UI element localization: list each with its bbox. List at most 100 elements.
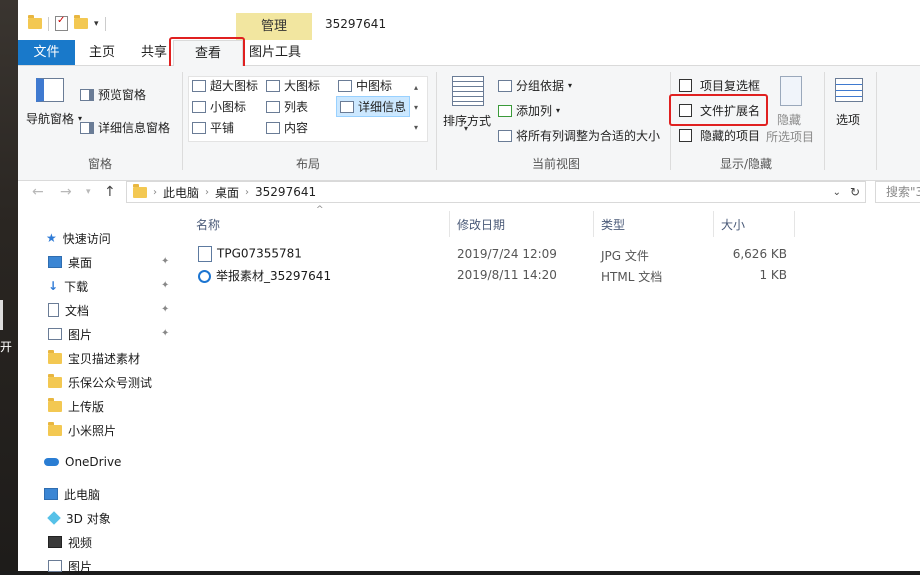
group-by-icon bbox=[498, 79, 512, 92]
cube-icon bbox=[47, 511, 61, 525]
sidebar-item-folder[interactable]: 上传版 bbox=[48, 397, 104, 415]
group-by-button[interactable]: 分组依据 ▾ bbox=[498, 77, 572, 94]
file-size: 6,626 KB bbox=[732, 247, 787, 261]
layout-item-label: 大图标 bbox=[284, 79, 321, 93]
folder-icon bbox=[133, 183, 147, 198]
folder-icon bbox=[48, 397, 62, 412]
search-input[interactable]: 搜索"3 bbox=[875, 181, 920, 203]
tab-picture-tools[interactable]: 图片工具 bbox=[242, 40, 308, 65]
sidebar-item-quick-access[interactable]: ★ 快速访问 bbox=[46, 229, 111, 247]
column-header-type[interactable]: 类型 bbox=[601, 216, 625, 233]
new-folder-icon[interactable] bbox=[74, 15, 88, 29]
recent-locations-icon[interactable]: ▾ bbox=[86, 187, 91, 197]
forward-arrow-icon[interactable]: → bbox=[60, 184, 72, 200]
download-arrow-icon: ↓ bbox=[48, 279, 59, 293]
navigation-pane-button[interactable]: 导航窗格 ▾ bbox=[26, 110, 82, 127]
hidden-items-checkbox[interactable] bbox=[679, 129, 692, 142]
folder-icon bbox=[48, 373, 62, 388]
navigation-pane: ★ 快速访问 桌面 ✦ ↓ 下载 ✦ 文档 ✦ 图片 ✦ 宝贝描述素材 乐保公众号测… bbox=[18, 215, 178, 574]
toolbar-divider-2 bbox=[104, 16, 106, 31]
layout-small-icons[interactable]: 小图标 bbox=[192, 98, 246, 115]
folder-icon bbox=[28, 15, 42, 29]
details-pane-icon bbox=[80, 121, 94, 134]
highlight-file-extensions bbox=[669, 94, 768, 126]
properties-icon[interactable] bbox=[55, 15, 68, 31]
breadcrumb-desktop[interactable]: 桌面 bbox=[215, 184, 239, 201]
preview-pane-label: 预览窗格 bbox=[98, 88, 147, 102]
group-divider bbox=[436, 72, 437, 170]
column-header-name[interactable]: 名称 bbox=[196, 216, 220, 233]
refresh-icon[interactable]: ↻ bbox=[850, 185, 860, 199]
layout-medium-icons[interactable]: 中图标 bbox=[338, 77, 392, 94]
layout-content[interactable]: 内容 bbox=[266, 119, 308, 136]
pin-icon[interactable]: ✦ bbox=[161, 256, 169, 267]
up-arrow-icon[interactable]: ↑ bbox=[104, 184, 116, 200]
pin-icon[interactable]: ✦ bbox=[161, 280, 169, 291]
navigation-pane-label: 导航窗格 bbox=[26, 112, 75, 126]
sidebar-item-downloads[interactable]: ↓ 下载 bbox=[48, 277, 88, 295]
details-pane-button[interactable]: 详细信息窗格 bbox=[80, 119, 170, 136]
sidebar-item-videos[interactable]: 视频 bbox=[48, 533, 92, 551]
layout-item-label: 列表 bbox=[284, 100, 309, 114]
layout-details[interactable]: 详细信息 bbox=[336, 96, 411, 117]
sidebar-item-label: 图片 bbox=[68, 559, 93, 574]
back-arrow-icon[interactable]: ← bbox=[32, 184, 44, 200]
layout-list[interactable]: 列表 bbox=[266, 98, 308, 115]
column-divider[interactable] bbox=[794, 211, 795, 237]
sidebar-item-pc-pictures[interactable]: 图片 bbox=[48, 557, 92, 575]
column-divider[interactable] bbox=[593, 211, 594, 237]
chevron-right-icon: › bbox=[245, 186, 250, 198]
layout-extra-large-icons[interactable]: 超大图标 bbox=[192, 77, 258, 94]
size-all-columns-button[interactable]: 将所有列调整为合适的大小 bbox=[498, 127, 660, 144]
address-field[interactable]: › 此电脑 › 桌面 › 35297641 ⌄ bbox=[126, 181, 866, 203]
sidebar-item-label: 此电脑 bbox=[64, 487, 101, 502]
customize-toolbar-icon[interactable]: ▾ bbox=[94, 19, 99, 29]
pictures-icon bbox=[48, 328, 62, 340]
sidebar-item-onedrive[interactable]: OneDrive bbox=[44, 453, 121, 471]
preview-pane-button[interactable]: 预览窗格 bbox=[80, 86, 146, 103]
navigation-pane-icon bbox=[36, 78, 64, 102]
item-checkboxes-checkbox[interactable] bbox=[679, 79, 692, 92]
folder-icon bbox=[48, 349, 62, 364]
sidebar-item-folder[interactable]: 乐保公众号测试 bbox=[48, 373, 152, 391]
sidebar-item-folder[interactable]: 小米照片 bbox=[48, 421, 116, 439]
hidden-items-option[interactable]: 隐藏的项目 bbox=[679, 127, 760, 144]
content-icon bbox=[266, 121, 280, 134]
title-bar: ▾ 管理 35297641 bbox=[18, 0, 920, 40]
pin-icon[interactable]: ✦ bbox=[161, 328, 169, 339]
pictures-icon bbox=[48, 560, 62, 572]
column-header-date[interactable]: 修改日期 bbox=[457, 216, 505, 233]
sidebar-item-label: 上传版 bbox=[68, 399, 105, 414]
chevron-down-icon[interactable]: ⌄ bbox=[833, 187, 841, 198]
tab-home[interactable]: 主页 bbox=[80, 40, 124, 65]
sidebar-item-desktop[interactable]: 桌面 bbox=[48, 253, 92, 271]
column-divider[interactable] bbox=[449, 211, 450, 237]
document-icon bbox=[48, 303, 59, 317]
layout-scroll-arrows-icon[interactable]: ▴ ▾ ▾ bbox=[414, 78, 418, 138]
item-checkboxes-option[interactable]: 项目复选框 bbox=[679, 77, 760, 94]
file-explorer-window: ▾ 管理 35297641 文件 主页 共享 查看 图片工具 导航窗格▾ 预览窗… bbox=[18, 0, 920, 574]
sidebar-item-label: 快速访问 bbox=[62, 231, 111, 246]
manage-context-tab[interactable]: 管理 bbox=[236, 13, 312, 40]
breadcrumb-this-pc[interactable]: 此电脑 bbox=[163, 184, 199, 201]
layout-item-label: 内容 bbox=[284, 121, 309, 135]
breadcrumb-folder[interactable]: 35297641 bbox=[255, 185, 316, 199]
sidebar-item-folder[interactable]: 宝贝描述素材 bbox=[48, 349, 140, 367]
pin-icon[interactable]: ✦ bbox=[161, 304, 169, 315]
sidebar-item-3d-objects[interactable]: 3D 对象 bbox=[47, 509, 111, 527]
panes-group-label: 窗格 bbox=[87, 157, 112, 171]
tiles-icon bbox=[192, 121, 206, 134]
add-columns-icon bbox=[498, 104, 512, 117]
sidebar-item-this-pc[interactable]: 此电脑 bbox=[44, 485, 100, 503]
layout-item-label: 超大图标 bbox=[210, 79, 259, 93]
sidebar-item-pictures[interactable]: 图片 bbox=[48, 325, 92, 343]
layout-tiles[interactable]: 平铺 bbox=[192, 119, 234, 136]
add-columns-button[interactable]: 添加列 ▾ bbox=[498, 102, 560, 119]
sidebar-item-documents[interactable]: 文档 bbox=[48, 301, 89, 319]
file-list-view: ^ 名称 修改日期 类型 大小 TPG07355781 2019/7/24 12… bbox=[178, 205, 920, 571]
column-header-size[interactable]: 大小 bbox=[721, 216, 745, 233]
tab-file[interactable]: 文件 bbox=[18, 40, 75, 65]
layout-large-icons[interactable]: 大图标 bbox=[266, 77, 320, 94]
column-divider[interactable] bbox=[713, 211, 714, 237]
options-button[interactable]: 选项 bbox=[836, 111, 860, 128]
